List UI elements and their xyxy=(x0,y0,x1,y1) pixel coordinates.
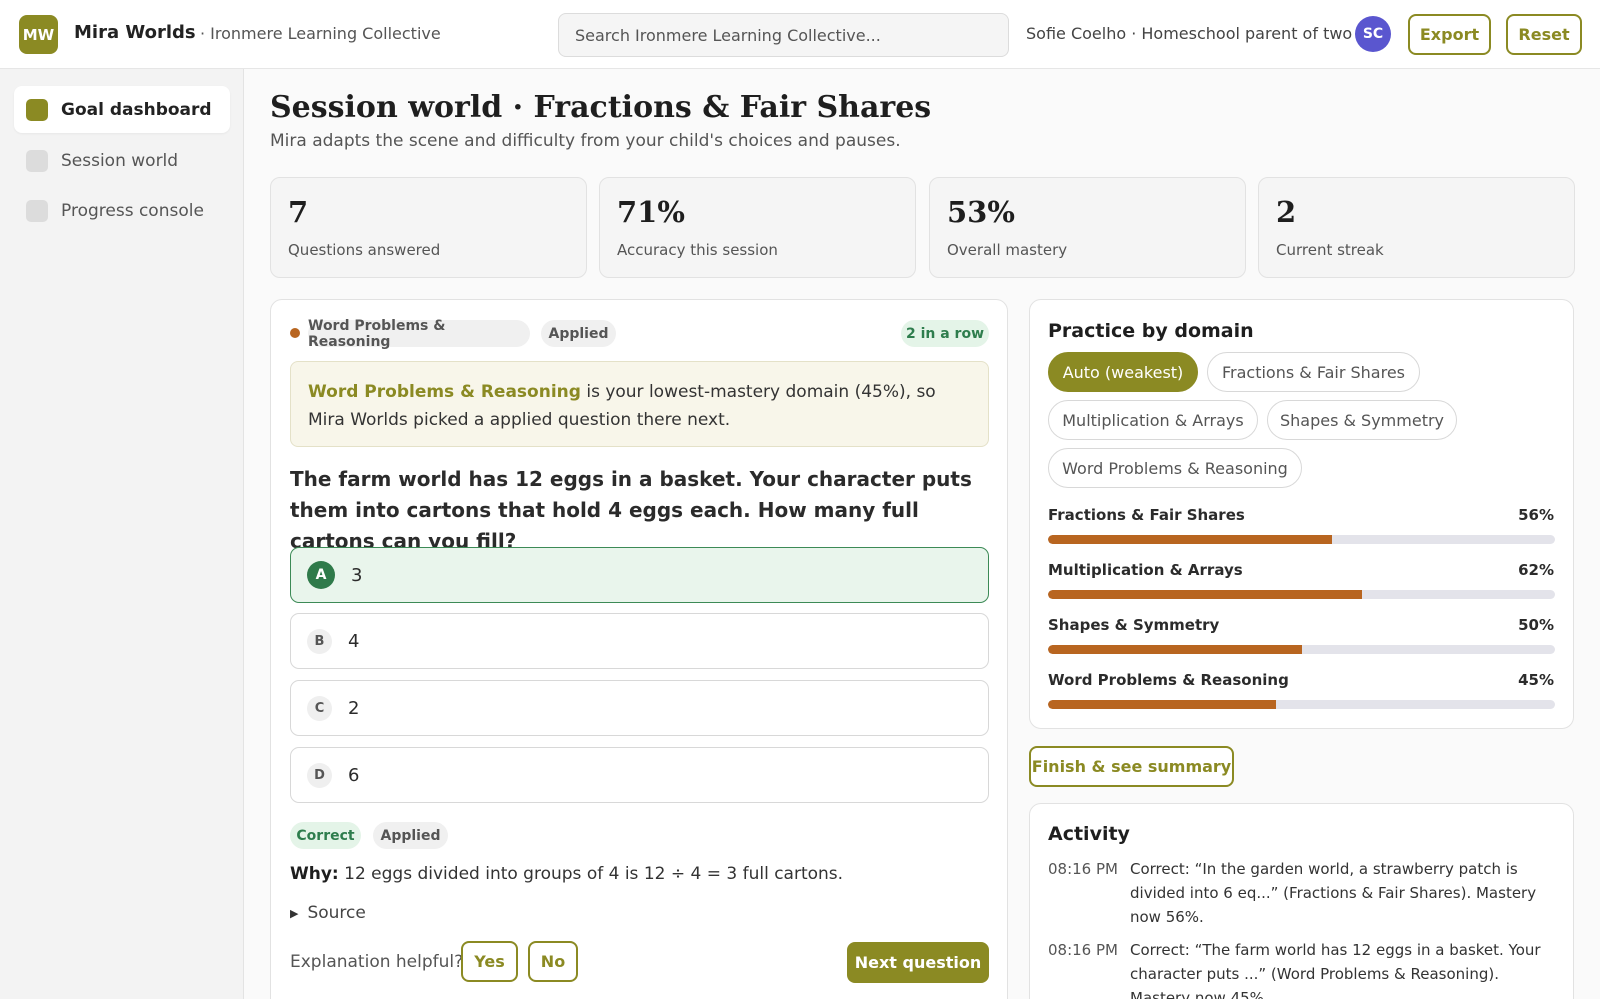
nav-square-icon xyxy=(26,149,48,172)
stat-card-questions: 7 Questions answered xyxy=(270,177,587,278)
option-text: 2 xyxy=(348,697,360,719)
stat-card-accuracy: 71% Accuracy this session xyxy=(599,177,916,278)
finish-summary-button[interactable]: Finish & see summary xyxy=(1029,746,1234,787)
stat-value: 71% xyxy=(617,195,685,229)
chip-word-problems[interactable]: Word Problems & Reasoning xyxy=(1048,448,1302,488)
explanation: Why: 12 eggs divided into groups of 4 is… xyxy=(290,864,843,884)
answer-option-a[interactable]: A 3 xyxy=(290,547,989,603)
result-badge: Correct xyxy=(290,822,361,849)
helpful-no-button[interactable]: No xyxy=(528,941,578,982)
page-subtitle: Mira adapts the scene and difficulty fro… xyxy=(270,131,901,151)
mastery-bar-track xyxy=(1048,535,1555,544)
note-domain-highlight: Word Problems & Reasoning xyxy=(308,382,581,402)
mastery-label: Shapes & Symmetry xyxy=(1048,616,1220,634)
source-toggle[interactable]: ▶ Source xyxy=(290,903,366,923)
activity-text: Correct: “The farm world has 12 eggs in … xyxy=(1130,941,1541,999)
option-text: 3 xyxy=(351,564,363,586)
mastery-label: Multiplication & Arrays xyxy=(1048,561,1243,579)
chip-fractions[interactable]: Fractions & Fair Shares xyxy=(1207,352,1420,392)
next-question-button[interactable]: Next question xyxy=(847,942,989,983)
source-label: Source xyxy=(307,903,366,923)
sidebar-item-label: Session world xyxy=(61,150,179,171)
org-name: · Ironmere Learning Collective xyxy=(200,24,441,43)
activity-time: 08:16 PM xyxy=(1048,860,1118,878)
answer-option-c[interactable]: C 2 xyxy=(290,680,989,736)
stat-card-mastery: 53% Overall mastery xyxy=(929,177,1246,278)
why-label: Why: xyxy=(290,864,339,884)
mastery-bar-fill xyxy=(1048,700,1277,709)
nav-square-icon xyxy=(26,98,48,121)
option-text: 6 xyxy=(348,764,360,786)
chip-multiplication[interactable]: Multiplication & Arrays xyxy=(1048,400,1258,440)
practice-title: Practice by domain xyxy=(1048,320,1254,342)
stat-card-streak: 2 Current streak xyxy=(1258,177,1575,278)
stat-label: Accuracy this session xyxy=(617,241,778,259)
avatar[interactable]: SC xyxy=(1355,16,1391,52)
activity-time: 08:16 PM xyxy=(1048,941,1118,959)
mastery-bar-fill xyxy=(1048,535,1332,544)
question-text: The farm world has 12 eggs in a basket. … xyxy=(290,467,972,553)
helpful-prompt: Explanation helpful? xyxy=(290,952,464,972)
sidebar-item-session-world[interactable]: Session world xyxy=(14,137,230,184)
reset-button[interactable]: Reset xyxy=(1506,14,1582,55)
stat-label: Current streak xyxy=(1276,241,1384,259)
option-letter: B xyxy=(307,628,332,654)
level-tag: Applied xyxy=(541,320,616,347)
app-logo: MW xyxy=(19,15,58,54)
nav-square-icon xyxy=(26,199,48,222)
activity-item: 08:16 PM Correct: “The farm world has 12… xyxy=(1048,938,1558,999)
streak-badge: 2 in a row xyxy=(901,320,989,347)
domain-tag: Word Problems & Reasoning xyxy=(308,318,530,350)
adaptive-note: Word Problems & Reasoning is your lowest… xyxy=(290,361,989,447)
practice-card: Practice by domain Auto (weakest) Fracti… xyxy=(1029,299,1574,729)
app-name: Mira Worlds xyxy=(74,22,196,43)
mastery-percent: 56% xyxy=(1518,506,1554,524)
user-info: Sofie Coelho · Homeschool parent of two xyxy=(1026,24,1353,43)
mastery-percent: 45% xyxy=(1518,671,1554,689)
stat-label: Questions answered xyxy=(288,241,441,259)
mastery-label: Fractions & Fair Shares xyxy=(1048,506,1245,524)
mastery-bar-fill xyxy=(1048,645,1302,654)
mastery-bar-track xyxy=(1048,590,1555,599)
mastery-percent: 62% xyxy=(1518,561,1554,579)
top-bar: MW Mira Worlds · Ironmere Learning Colle… xyxy=(0,0,1600,69)
stat-value: 2 xyxy=(1276,195,1297,229)
why-text: 12 eggs divided into groups of 4 is 12 ÷… xyxy=(338,864,844,884)
option-letter: A xyxy=(307,561,335,589)
page-title: Session world · Fractions & Fair Shares xyxy=(270,90,932,125)
sidebar-item-label: Goal dashboard xyxy=(61,99,212,120)
mastery-label: Word Problems & Reasoning xyxy=(1048,671,1289,689)
sidebar: Goal dashboard Session world Progress co… xyxy=(0,69,244,999)
search-input[interactable] xyxy=(558,13,1009,57)
chip-auto-weakest[interactable]: Auto (weakest) xyxy=(1048,352,1198,392)
chip-shapes[interactable]: Shapes & Symmetry xyxy=(1267,400,1457,440)
mastery-percent: 50% xyxy=(1518,616,1554,634)
mastery-bar-track xyxy=(1048,645,1555,654)
question-card: Word Problems & Reasoning Applied 2 in a… xyxy=(270,299,1008,999)
stat-label: Overall mastery xyxy=(947,241,1068,259)
sidebar-item-progress-console[interactable]: Progress console xyxy=(14,187,230,234)
activity-text: Correct: “In the garden world, a strawbe… xyxy=(1130,860,1537,926)
option-letter: D xyxy=(307,762,332,788)
option-letter: C xyxy=(307,695,332,721)
stat-value: 53% xyxy=(947,195,1015,229)
activity-card: Activity 08:16 PM Correct: “In the garde… xyxy=(1029,803,1574,999)
mastery-bar-fill xyxy=(1048,590,1363,599)
triangle-right-icon: ▶ xyxy=(290,906,299,920)
answer-option-d[interactable]: D 6 xyxy=(290,747,989,803)
sidebar-item-goal-dashboard[interactable]: Goal dashboard xyxy=(14,86,230,133)
option-text: 4 xyxy=(348,630,360,652)
answer-option-b[interactable]: B 4 xyxy=(290,613,989,669)
sidebar-item-label: Progress console xyxy=(61,200,204,221)
result-level-badge: Applied xyxy=(373,822,448,849)
activity-title: Activity xyxy=(1048,823,1130,845)
helpful-yes-button[interactable]: Yes xyxy=(461,941,518,982)
activity-item: 08:16 PM Correct: “In the garden world, … xyxy=(1048,857,1558,929)
domain-dot-icon xyxy=(290,328,300,338)
mastery-bar-track xyxy=(1048,700,1555,709)
stat-value: 7 xyxy=(288,195,309,229)
export-button[interactable]: Export xyxy=(1408,14,1491,55)
